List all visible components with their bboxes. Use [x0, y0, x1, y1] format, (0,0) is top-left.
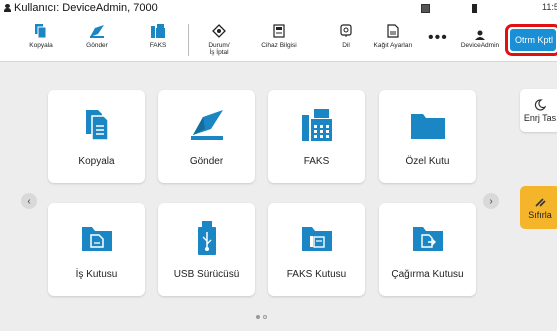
toolbar-status-button[interactable]: Durum/ İş İptal [199, 22, 239, 60]
toolbar-device-info-label: Cihaz Bilgisi [261, 42, 297, 49]
toolbar-paper-settings-button[interactable]: Kağıt Ayarları [368, 22, 418, 60]
toolbar-copy-label: Kopyala [29, 42, 53, 49]
paper-settings-icon [383, 22, 403, 40]
job-box-icon [48, 219, 145, 257]
tile-job-box[interactable]: İş Kutusu [48, 203, 145, 296]
toolbar-send-button[interactable]: Gönder [80, 22, 114, 60]
tile-custom-box-label: Özel Kutu [405, 156, 450, 167]
device-info-icon [269, 22, 289, 40]
status-icon [209, 22, 229, 40]
toolbar-fax-label: FAKS [149, 42, 167, 49]
moon-icon [534, 98, 546, 111]
toolbar-divider [188, 24, 189, 56]
next-page-button[interactable]: › [483, 193, 499, 209]
top-bar: Kullanıcı: DeviceAdmin, 7000 11:5 Kopyal… [0, 0, 557, 62]
tile-send[interactable]: Gönder [158, 90, 255, 183]
user-account-icon [470, 30, 490, 40]
toolbar-status-label: Durum/ İş İptal [208, 42, 230, 56]
fax-icon [148, 22, 168, 40]
tile-polling-box[interactable]: Çağırma Kutusu [379, 203, 476, 296]
toolbar-paper-settings-label: Kağıt Ayarları [373, 42, 413, 49]
tile-fax[interactable]: FAKS [268, 90, 365, 183]
tile-copy[interactable]: Kopyala [48, 90, 145, 183]
toolbar-fax-button[interactable]: FAKS [141, 22, 175, 60]
energy-saver-button[interactable]: Enrj Tas [520, 89, 557, 132]
fax-icon [268, 106, 365, 144]
chevron-left-icon: ‹ [27, 195, 31, 207]
tile-send-label: Gönder [189, 156, 224, 167]
custom-box-icon [379, 106, 476, 144]
clock: 11:5 [542, 2, 557, 12]
toner-icon [472, 4, 477, 13]
usb-drive-icon [158, 219, 255, 257]
user-status-text: Kullanıcı: DeviceAdmin, 7000 [14, 2, 158, 14]
polling-box-icon [379, 219, 476, 257]
toolbar-send-label: Gönder [86, 42, 108, 49]
page-dot [263, 315, 267, 319]
highlight-frame: Otrm Kptl [505, 24, 557, 56]
prev-page-button[interactable]: ‹ [21, 193, 37, 209]
fax-box-icon [268, 219, 365, 257]
reset-label: Sıfırla [528, 209, 552, 220]
tile-usb-drive-label: USB Sürücüsü [173, 269, 240, 280]
more-menu-button[interactable]: ••• [428, 29, 448, 47]
copy-icon [31, 22, 51, 40]
tile-custom-box[interactable]: Özel Kutu [379, 90, 476, 183]
home-screen: Kopyala Gönder FAKS Özel Kutu İş Kutusu … [0, 63, 557, 331]
toolbar-language-button[interactable]: Dil [333, 22, 359, 60]
send-icon [158, 106, 255, 144]
toolbar-copy-button[interactable]: Kopyala [24, 22, 58, 60]
tile-copy-label: Kopyala [78, 156, 115, 167]
send-icon [87, 22, 107, 40]
tile-job-box-label: İş Kutusu [75, 269, 118, 280]
tile-fax-box[interactable]: FAKS Kutusu [268, 203, 365, 296]
toolbar-language-label: Dil [342, 42, 350, 49]
otrm-kptl-button[interactable]: Otrm Kptl [510, 29, 556, 51]
tile-fax-label: FAKS [303, 156, 330, 167]
tile-fax-box-label: FAKS Kutusu [286, 269, 347, 280]
page-indicator [256, 315, 267, 319]
reset-button[interactable]: Sıfırla [520, 186, 557, 229]
tile-usb-drive[interactable]: USB Sürücüsü [158, 203, 255, 296]
language-icon [336, 22, 356, 40]
chevron-right-icon: › [489, 195, 493, 207]
page-dot [256, 315, 260, 319]
toolbar-device-info-button[interactable]: Cihaz Bilgisi [254, 22, 304, 60]
tile-polling-box-label: Çağırma Kutusu [391, 269, 464, 280]
notification-icon [421, 4, 430, 13]
user-status: Kullanıcı: DeviceAdmin, 7000 [4, 2, 158, 14]
reset-icon [535, 197, 546, 207]
toolbar-user-label: DeviceAdmin [460, 42, 500, 49]
toolbar-user-button[interactable]: DeviceAdmin [456, 22, 504, 60]
energy-saver-label: Enrj Tas [523, 112, 557, 123]
copy-icon [48, 106, 145, 144]
user-icon [4, 4, 11, 12]
